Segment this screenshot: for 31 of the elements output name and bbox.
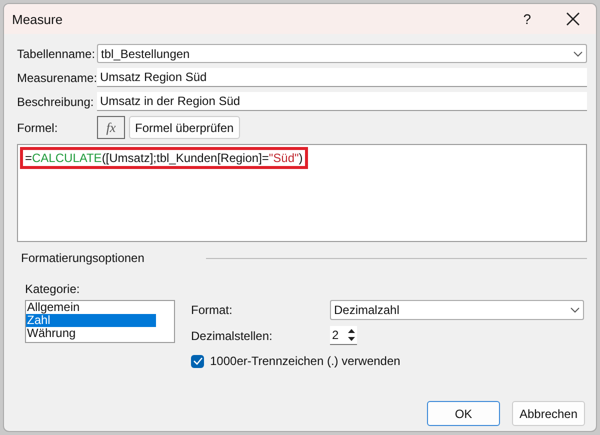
checkbox-label: 1000er-Trennzeichen (.) verwenden bbox=[210, 354, 400, 368]
field-label: Dezimalstellen: bbox=[191, 328, 274, 342]
list-item[interactable]: Allgemein bbox=[26, 301, 156, 314]
chevron-icon bbox=[573, 50, 583, 56]
field-label: Measurename: bbox=[17, 70, 97, 84]
field-label: Tabellenname: bbox=[17, 46, 96, 60]
close-icon[interactable] bbox=[566, 12, 580, 26]
list-item[interactable]: Währung bbox=[26, 327, 156, 340]
section-title: Formatierungsoptionen bbox=[21, 251, 144, 265]
spinner-arrows-icon bbox=[347, 327, 356, 343]
list-item[interactable]: Zahl bbox=[26, 314, 156, 327]
table-dropdown[interactable]: tbl_Bestellungen bbox=[97, 44, 587, 63]
dialog-button[interactable]: OK bbox=[427, 401, 500, 426]
checkbox[interactable] bbox=[191, 354, 204, 368]
help-button[interactable]: ? bbox=[523, 11, 531, 27]
input-field[interactable]: Umsatz in der Region Süd bbox=[97, 92, 587, 111]
formula-text: =CALCULATE([Umsatz];tbl_Kunden[Region]="Süd") bbox=[20, 147, 308, 169]
decimals-spinner[interactable]: 2 bbox=[330, 326, 357, 345]
chevron-icon bbox=[570, 307, 580, 313]
field-label: Format: bbox=[191, 303, 234, 317]
check-formula-button[interactable]: Formel überprüfen bbox=[129, 116, 240, 139]
input-field[interactable]: Umsatz Region Süd bbox=[97, 68, 587, 87]
function-button[interactable]: fx bbox=[97, 116, 125, 139]
formula-editor[interactable]: =CALCULATE([Umsatz];tbl_Kunden[Region]="Süd") bbox=[17, 144, 587, 242]
category-list[interactable]: Allgemein Zahl Währung bbox=[25, 300, 175, 343]
dialog-button[interactable]: Abbrechen bbox=[512, 401, 585, 426]
field-label: Beschreibung: bbox=[17, 94, 95, 108]
field-label: Kategorie: bbox=[25, 282, 80, 296]
window-title: Measure bbox=[12, 12, 64, 26]
field-label: Formel: bbox=[17, 120, 59, 134]
format-dropdown[interactable]: Dezimalzahl bbox=[330, 300, 584, 320]
